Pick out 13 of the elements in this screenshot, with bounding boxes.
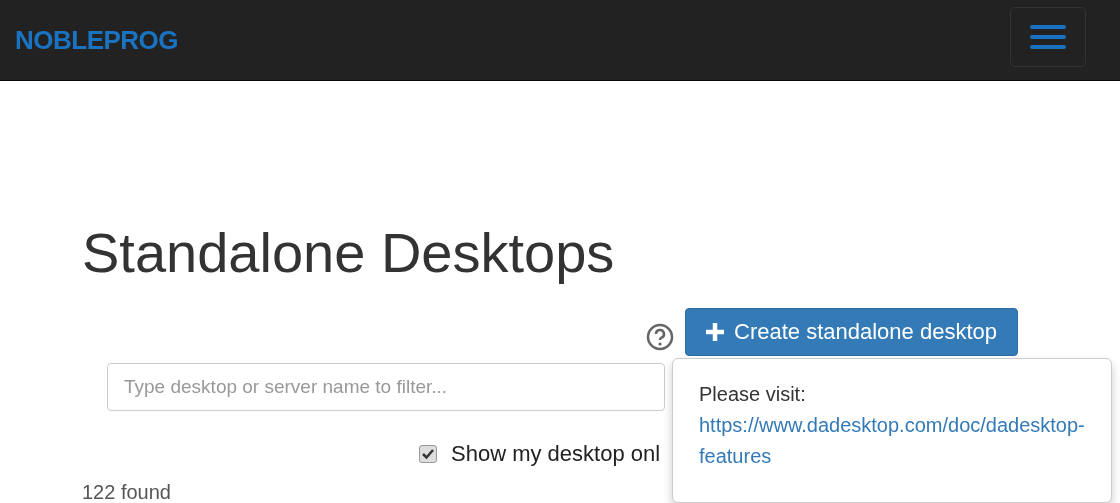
result-count: 122 found [82, 481, 172, 503]
brand-logo[interactable]: NOBLEPROG [15, 24, 179, 56]
checkbox[interactable] [419, 445, 437, 463]
plus-icon [706, 323, 725, 341]
menu-button[interactable] [1010, 7, 1086, 67]
page-title: Standalone Desktops [82, 221, 616, 285]
create-desktop-button[interactable]: Create standalone desktop [685, 308, 1018, 356]
search-field[interactable]: Type desktop or server name to filter... [107, 363, 665, 411]
help-icon[interactable] [646, 323, 675, 351]
popover-text: Please visit: [699, 382, 807, 407]
checkbox-label: Show my desktop onl [451, 441, 661, 467]
link[interactable]: https://www.dadesktop.com/doc/dadesktop-features [699, 410, 1089, 472]
menu-icon [1028, 22, 1068, 52]
